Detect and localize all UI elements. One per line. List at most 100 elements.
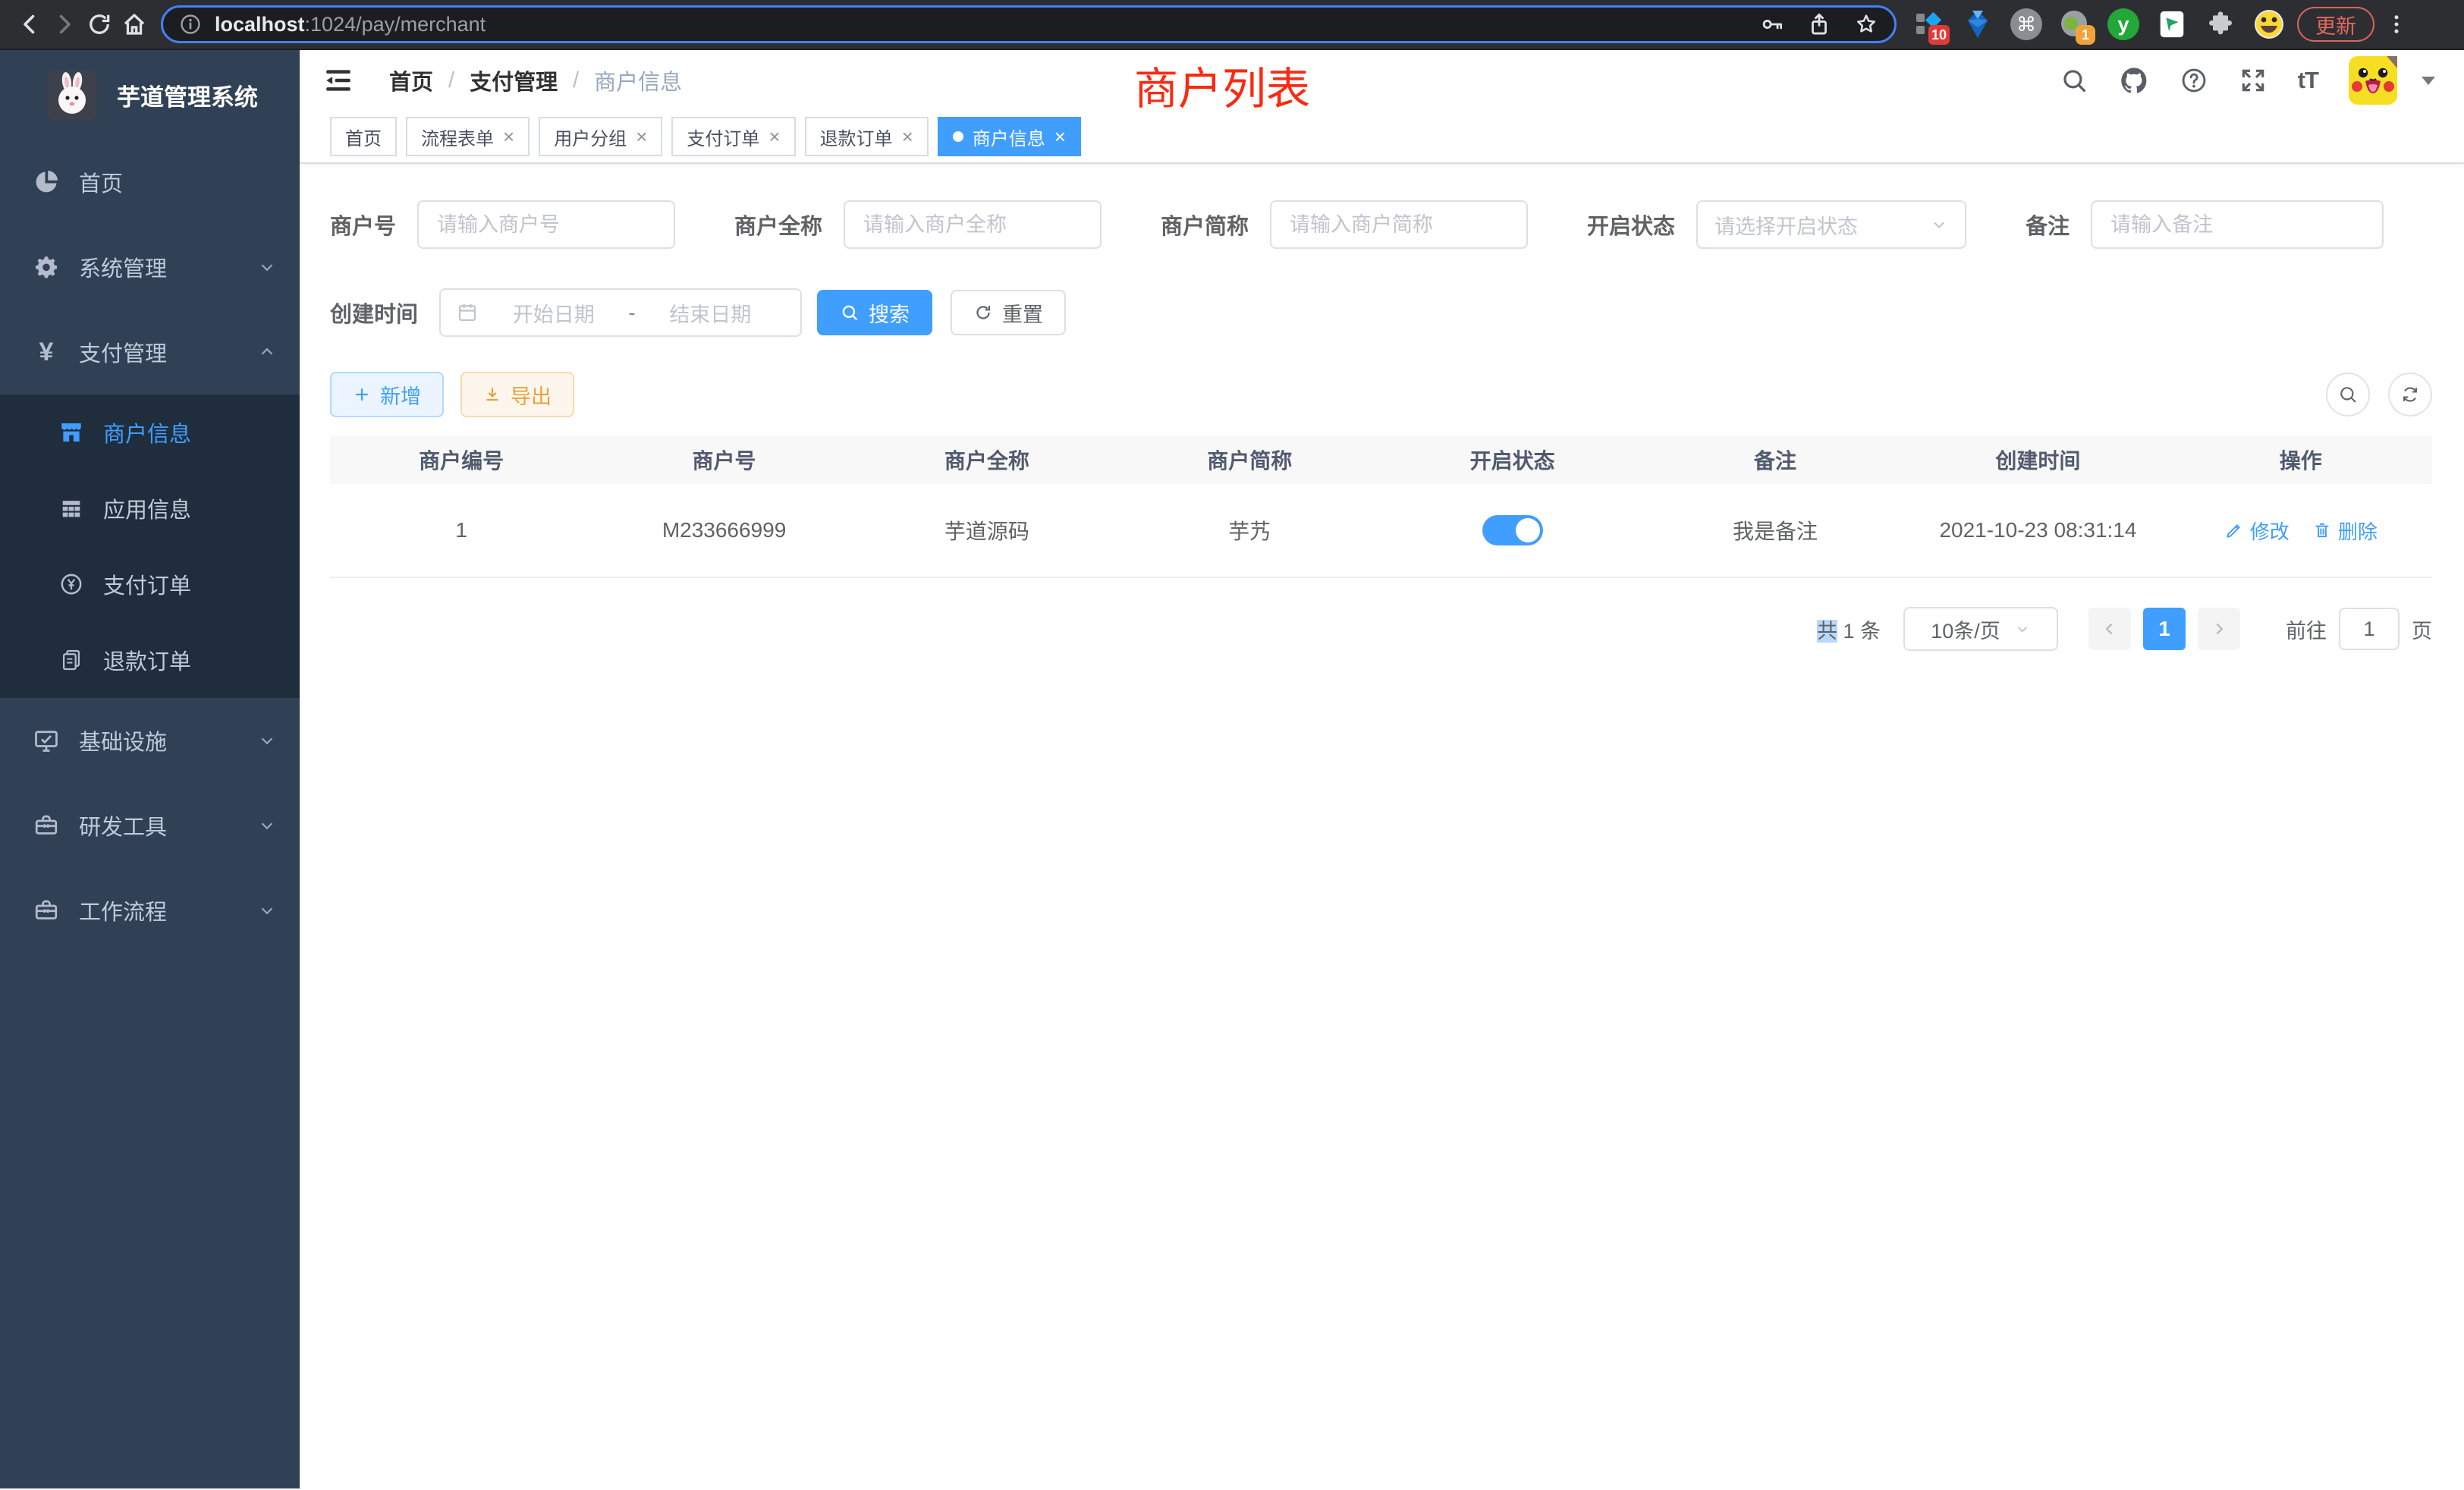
emoji-extension-icon[interactable]: [2252, 7, 2286, 42]
sidebar-item-pay-order[interactable]: 支付订单: [0, 546, 300, 622]
prev-page-button[interactable]: [2088, 608, 2131, 650]
goto-page-input[interactable]: [2339, 608, 2400, 650]
sidebar: 芋道管理系统 首页 系统管理 ¥ 支付管理: [0, 50, 300, 1488]
notes-extension-icon[interactable]: [2154, 7, 2189, 42]
back-icon[interactable]: [12, 7, 47, 42]
sidebar-item-merchant-info[interactable]: 商户信息: [0, 395, 300, 470]
short-name-label: 商户简称: [1161, 209, 1249, 240]
sidebar-item-app-info[interactable]: 应用信息: [0, 470, 300, 546]
chrome-update-button[interactable]: 更新: [2297, 7, 2374, 42]
export-button[interactable]: 导出: [460, 372, 574, 417]
status-select[interactable]: 请选择开启状态: [1696, 200, 1966, 249]
close-icon[interactable]: ×: [1054, 127, 1066, 146]
y-glyph: y: [2117, 13, 2129, 36]
sidebar-item-payment[interactable]: ¥ 支付管理: [0, 310, 300, 395]
remark-label: 备注: [2026, 209, 2070, 240]
close-icon[interactable]: ×: [636, 127, 647, 146]
delete-link[interactable]: 删除: [2312, 517, 2378, 545]
table-row: 1 M233666999 芋道源码 芋艿 我是备注 2021-10-23 08:…: [330, 484, 2432, 578]
gem-extension-icon[interactable]: [1960, 7, 1995, 42]
github-icon[interactable]: [2119, 65, 2149, 96]
font-size-icon[interactable]: tT: [2298, 67, 2318, 94]
page-unit-label: 页: [2412, 615, 2432, 644]
tab-merchant-info[interactable]: 商户信息×: [938, 117, 1081, 156]
close-icon[interactable]: ×: [768, 127, 780, 146]
sidebar-item-infra[interactable]: 基础设施: [0, 698, 300, 783]
home-icon[interactable]: [117, 7, 152, 42]
proxy-extension-icon[interactable]: 1: [2057, 7, 2092, 42]
tab-refund-order[interactable]: 退款订单×: [805, 117, 929, 156]
plus-icon: [353, 385, 371, 404]
breadcrumb-home[interactable]: 首页: [389, 64, 433, 96]
status-toggle[interactable]: [1482, 515, 1543, 545]
password-key-icon[interactable]: [1759, 11, 1785, 37]
trash-icon: [2312, 520, 2332, 540]
end-date-placeholder[interactable]: 结束日期: [636, 298, 786, 328]
short-name-input[interactable]: [1270, 200, 1528, 249]
sidebar-item-refund-order[interactable]: 退款订单: [0, 622, 300, 698]
filter-row-1: 商户号 商户全称 商户简称 开启状态 请选择开启状态: [330, 200, 2432, 249]
extensions-puzzle-icon[interactable]: [2203, 7, 2238, 42]
extension-badge: 10: [1928, 25, 1950, 45]
yen-icon: ¥: [32, 338, 61, 366]
help-icon[interactable]: [2180, 66, 2208, 95]
command-extension-icon[interactable]: ⌘: [2009, 7, 2044, 42]
tab-process-form[interactable]: 流程表单×: [406, 117, 530, 156]
refresh-table-button[interactable]: [2388, 372, 2432, 417]
tab-pay-order[interactable]: 支付订单×: [671, 117, 795, 156]
sidebar-item-system[interactable]: 系统管理: [0, 225, 300, 310]
app-logo-row[interactable]: 芋道管理系统: [0, 50, 300, 140]
dashboard-icon: [32, 168, 61, 196]
address-bar[interactable]: localhost:1024/pay/merchant: [161, 5, 1897, 43]
grid-icon: [58, 495, 85, 522]
toggle-search-button[interactable]: [2326, 372, 2370, 417]
tab-home[interactable]: 首页: [330, 117, 397, 156]
fullscreen-icon[interactable]: [2239, 66, 2268, 95]
sidebar-item-home[interactable]: 首页: [0, 140, 300, 225]
toggle-knob: [1516, 518, 1540, 542]
forward-icon[interactable]: [47, 7, 82, 42]
reset-button[interactable]: 重置: [951, 290, 1066, 335]
hamburger-fold-icon[interactable]: [322, 64, 354, 96]
chevron-down-icon: [1930, 215, 1948, 234]
search-icon: [2337, 384, 2359, 405]
tab-user-group[interactable]: 用户分组×: [539, 117, 662, 156]
merchant-id-input[interactable]: [417, 200, 675, 249]
calendar-icon: [456, 301, 479, 324]
add-button[interactable]: 新增: [330, 372, 444, 417]
merchant-id-label: 商户号: [330, 209, 396, 240]
workflow-extension-icon[interactable]: 10: [1912, 7, 1947, 42]
header-search-icon[interactable]: [2060, 66, 2088, 95]
close-icon[interactable]: ×: [902, 127, 913, 146]
chevron-left-icon: [2100, 619, 2120, 639]
search-button[interactable]: 搜索: [817, 290, 932, 335]
avatar-caret-icon[interactable]: [2422, 77, 2435, 85]
payment-submenu: 商户信息 应用信息 支付订单 退款订单: [0, 395, 300, 698]
sidebar-item-dev-tools[interactable]: 研发工具: [0, 783, 300, 868]
edit-link[interactable]: 修改: [2224, 517, 2290, 545]
page-number-1[interactable]: 1: [2143, 608, 2186, 650]
sidebar-item-workflow[interactable]: 工作流程: [0, 868, 300, 953]
page-size-select[interactable]: 10条/页: [1903, 607, 2058, 651]
search-icon: [840, 303, 860, 322]
close-icon[interactable]: ×: [503, 127, 514, 146]
extension-icons: 10 ⌘ 1 y: [1912, 7, 2286, 42]
next-page-button[interactable]: [2198, 608, 2240, 650]
share-icon[interactable]: [1806, 11, 1832, 37]
site-info-icon[interactable]: [178, 12, 203, 36]
browser-menu-icon[interactable]: [2379, 7, 2414, 42]
avatar[interactable]: [2349, 56, 2397, 105]
breadcrumb-merchant-info: 商户信息: [594, 64, 682, 96]
chevron-down-icon: [257, 257, 277, 277]
start-date-placeholder[interactable]: 开始日期: [479, 298, 629, 328]
download-icon: [483, 385, 501, 404]
toolbox-icon: [32, 811, 61, 840]
yen-circle-icon: [58, 571, 85, 598]
remark-input[interactable]: [2091, 200, 2384, 249]
breadcrumb-payment[interactable]: 支付管理: [470, 64, 558, 96]
bookmark-star-icon[interactable]: [1853, 11, 1879, 37]
y-extension-icon[interactable]: y: [2106, 7, 2141, 42]
full-name-input[interactable]: [844, 200, 1102, 249]
create-time-range-picker[interactable]: 开始日期 - 结束日期: [439, 288, 802, 337]
reload-icon[interactable]: [82, 7, 117, 42]
